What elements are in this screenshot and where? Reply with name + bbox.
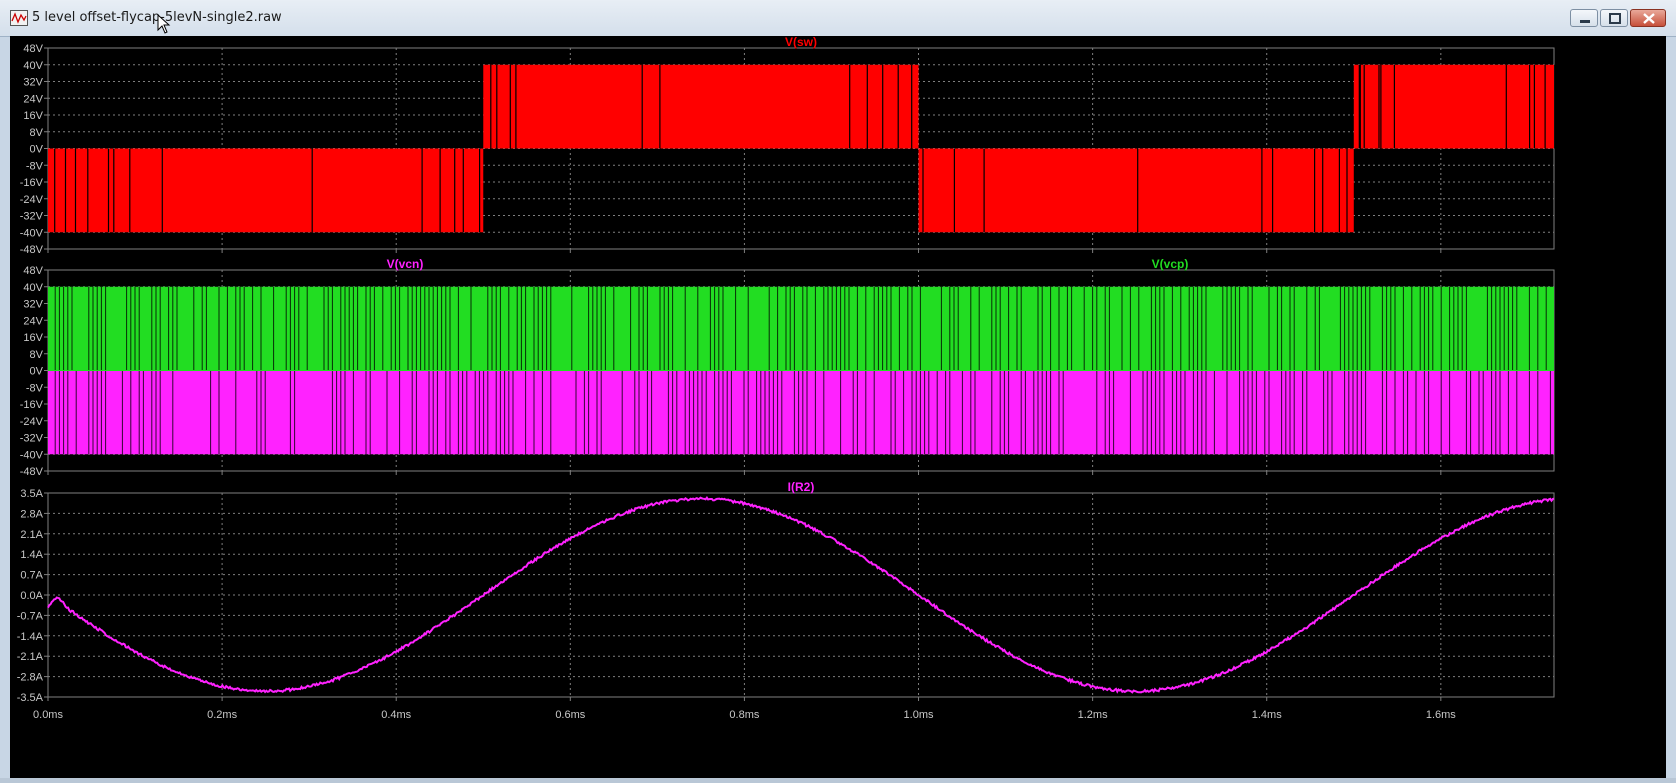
y-tick-label: -2.8A [17, 672, 44, 684]
chart-pane-3: 3.5A 2.8A 2.1A 1.4A 0.7A 0.0A -0.7A -1.4A -2.1A -… [17, 480, 1554, 704]
y-tick-label: -2.1A [17, 651, 44, 663]
y-tick-label: 32V [23, 299, 43, 311]
x-tick-label: 0.2ms [207, 709, 237, 721]
y-tick-label: 16V [23, 110, 43, 122]
x-tick-label: 0.6ms [555, 709, 585, 721]
minimize-icon [1571, 10, 1599, 28]
app-window: 5 level offset-flycap-5levN-single2.raw … [0, 0, 1676, 783]
y-tick-label: 0.7A [20, 570, 43, 582]
y-tick-label: -24V [20, 416, 44, 428]
trace-name-vvcp: V(vcp) [1152, 257, 1189, 271]
y-tick-label: -32V [20, 433, 44, 445]
y-tick-label: 40V [23, 282, 43, 294]
minimize-button[interactable] [1570, 9, 1598, 27]
y-tick-label: 8V [30, 349, 44, 361]
waveform-plot-svg[interactable]: 48V 40V 32V 24V 16V 8V 0V -8V -16V -24V -32V -40V -4… [10, 36, 1666, 778]
x-tick-label: 0.0ms [33, 709, 63, 721]
y-tick-label: -48V [20, 244, 44, 256]
y-tick-label: 3.5A [20, 488, 43, 500]
x-tick-label: 1.0ms [904, 709, 934, 721]
chart-pane-1: 48V 40V 32V 24V 16V 8V 0V -8V -16V -24V -32V -40V -4… [20, 36, 1555, 256]
y-tick-label: -0.7A [17, 610, 44, 622]
y-tick-label: -16V [20, 177, 44, 189]
x-tick-label: 0.4ms [381, 709, 411, 721]
y-tick-label: 16V [23, 332, 43, 344]
y-tick-label: 32V [23, 77, 43, 89]
y-tick-label: -24V [20, 194, 44, 206]
y-tick-label: 2.8A [20, 508, 43, 520]
y-tick-label: 8V [30, 127, 44, 139]
window-bottom-border [0, 778, 1676, 783]
y-tick-label: 0V [30, 144, 44, 156]
y-tick-label: 48V [23, 43, 43, 55]
y-tick-label: -8V [26, 160, 44, 172]
y-tick-label: 24V [23, 93, 43, 105]
mouse-pointer-icon [157, 14, 171, 34]
chart-pane-2: 48V 40V 32V 24V 16V 8V 0V -8V -16V -24V -32V -40V -4… [20, 257, 1554, 478]
y-tick-label: -1.4A [17, 631, 44, 643]
waveform-plot-area[interactable]: 48V 40V 32V 24V 16V 8V 0V -8V -16V -24V -32V -40V -4… [10, 36, 1666, 778]
y-tick-label: 48V [23, 265, 43, 277]
maximize-icon [1601, 10, 1629, 28]
vsw-band [1354, 65, 1554, 149]
y-tick-label: 40V [23, 60, 43, 72]
y-tick-label: 1.4A [20, 549, 43, 561]
close-button[interactable] [1630, 9, 1666, 27]
x-tick-label: 0.8ms [729, 709, 759, 721]
trace-name-vsw: V(sw) [785, 36, 817, 49]
y-tick-label: -40V [20, 227, 44, 239]
y-tick-label: 0.0A [20, 590, 43, 602]
y-tick-label: 0V [30, 366, 44, 378]
y-tick-label: 24V [23, 315, 43, 327]
maximize-button[interactable] [1600, 9, 1628, 27]
x-tick-label: 1.4ms [1252, 709, 1282, 721]
waveform-viewer-icon [10, 10, 28, 26]
y-tick-label: 2.1A [20, 529, 43, 541]
y-tick-label: -48V [20, 466, 44, 478]
trace-name-ir2: I(R2) [788, 480, 815, 494]
y-tick-label: -8V [26, 382, 44, 394]
y-tick-label: -40V [20, 449, 44, 461]
y-tick-label: -32V [20, 211, 44, 223]
y-tick-label: -16V [20, 399, 44, 411]
close-icon [1631, 10, 1667, 28]
vsw-band [483, 65, 918, 149]
title-bar[interactable]: 5 level offset-flycap-5levN-single2.raw [0, 0, 1676, 37]
y-tick-label: -3.5A [17, 692, 44, 704]
x-tick-label: 1.2ms [1078, 709, 1108, 721]
trace-name-vvcn: V(vcn) [387, 257, 424, 271]
x-tick-label: 1.6ms [1426, 709, 1456, 721]
